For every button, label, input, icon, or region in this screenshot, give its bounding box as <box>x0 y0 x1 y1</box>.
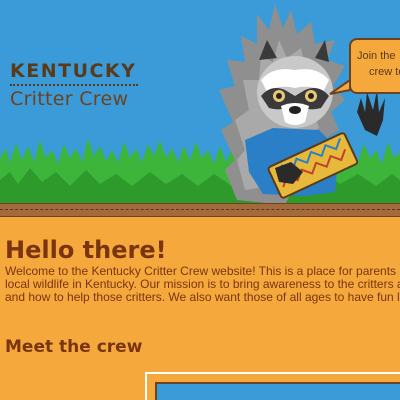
raccoon-mascot-icon <box>219 4 385 205</box>
speech-bubble: Join the crew to <box>349 38 400 94</box>
site-logo[interactable]: KENTUCKY Critter Crew <box>10 60 170 110</box>
wood-divider <box>0 203 400 217</box>
page-heading: Hello there! <box>5 236 167 264</box>
speech-bubble-line2: crew to <box>369 66 400 78</box>
meet-the-crew-heading: Meet the crew <box>5 337 143 357</box>
crew-image <box>155 382 400 400</box>
site-header: KENTUCKY Critter Crew Join the crew t <box>0 0 400 205</box>
logo-critter-crew-text: Critter Crew <box>10 88 129 110</box>
main-content: Hello there! Welcome to the Kentucky Cri… <box>0 217 400 400</box>
logo-kentucky-text: KENTUCKY <box>10 60 139 86</box>
crew-image-frame <box>145 372 400 400</box>
wood-divider-stitch <box>0 209 400 210</box>
speech-bubble-line1: Join the <box>357 50 396 62</box>
intro-paragraph: Welcome to the Kentucky Critter Crew web… <box>5 265 400 304</box>
intro-line: and how to help those critters. We also … <box>5 290 400 304</box>
